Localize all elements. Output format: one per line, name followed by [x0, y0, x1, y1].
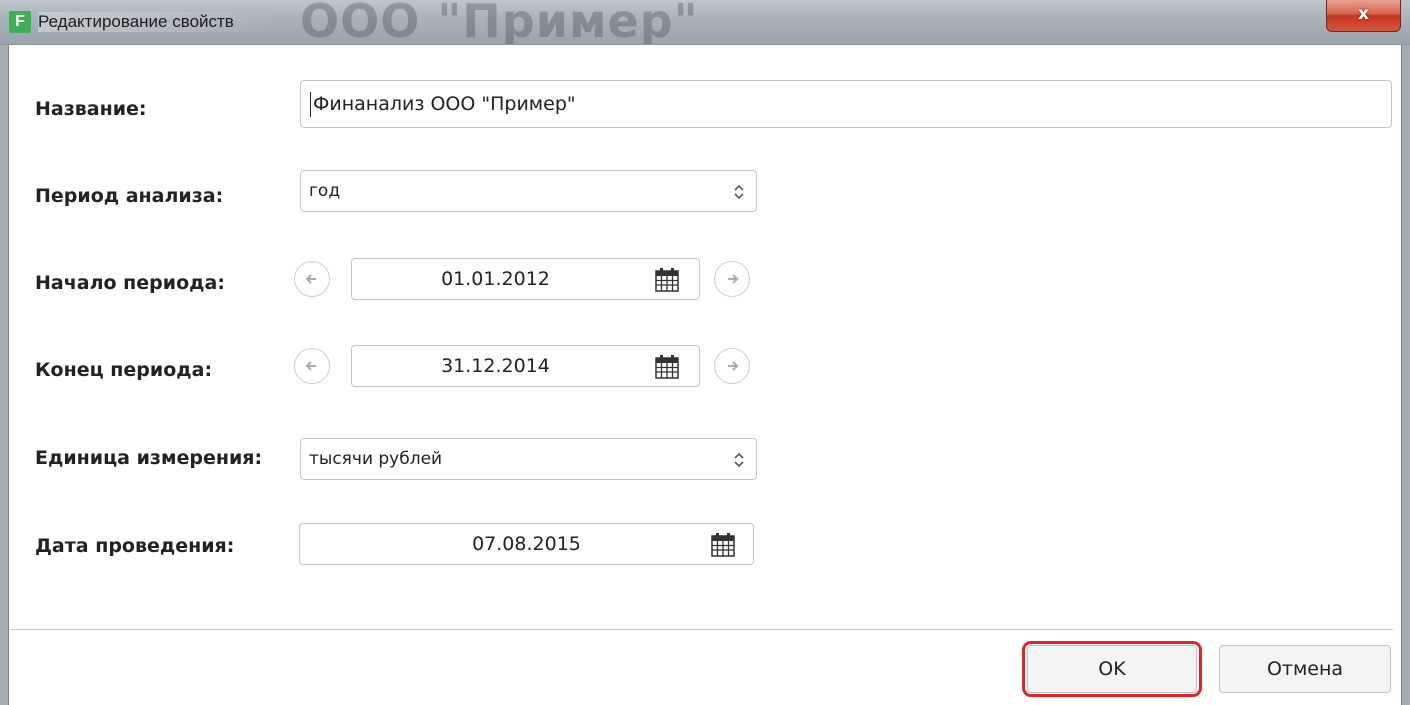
unit-label: Единица измерения:: [35, 447, 263, 469]
date-label: Дата проведения:: [35, 535, 235, 557]
ok-button[interactable]: OK: [1027, 645, 1197, 693]
arrow-left-icon: [305, 361, 316, 371]
start-date-value: 01.01.2012: [441, 268, 550, 290]
calendar-icon[interactable]: [711, 533, 735, 557]
arrow-left-icon: [305, 274, 316, 284]
close-button[interactable]: x: [1326, 0, 1401, 32]
period-select-value: год: [309, 181, 341, 201]
end-date-value: 31.12.2014: [441, 355, 550, 377]
updown-chevron-icon: [734, 184, 744, 200]
start-prev-button[interactable]: [294, 261, 330, 297]
start-next-button[interactable]: [714, 261, 750, 297]
app-icon: F: [9, 11, 31, 33]
end-prev-button[interactable]: [294, 348, 330, 384]
period-select[interactable]: год: [300, 170, 757, 212]
end-date-input[interactable]: 31.12.2014: [351, 345, 700, 387]
unit-select[interactable]: тысячи рублей: [300, 438, 757, 480]
unit-select-value: тысячи рублей: [309, 449, 443, 469]
calendar-icon[interactable]: [655, 355, 679, 379]
arrow-right-icon: [728, 361, 739, 371]
title-bar[interactable]: ООО "Пример" F Редактирование свойств x: [0, 0, 1410, 45]
name-label: Название:: [35, 98, 147, 120]
end-label: Конец периода:: [35, 359, 213, 381]
end-next-button[interactable]: [714, 348, 750, 384]
calendar-icon[interactable]: [655, 268, 679, 292]
background-window-title: ООО "Пример": [300, 0, 699, 45]
start-label: Начало периода:: [35, 272, 225, 294]
analysis-date-input[interactable]: 07.08.2015: [299, 523, 754, 565]
footer-divider: [10, 629, 1393, 630]
dialog-body: Название: Финанализ ООО "Пример" Период …: [8, 45, 1402, 705]
period-label: Период анализа:: [35, 185, 224, 207]
updown-chevron-icon: [734, 452, 744, 468]
cancel-button[interactable]: Отмена: [1219, 645, 1391, 693]
name-input-value: Финанализ ООО "Пример": [313, 93, 576, 115]
start-date-input[interactable]: 01.01.2012: [351, 258, 700, 300]
analysis-date-value: 07.08.2015: [472, 533, 581, 555]
name-input[interactable]: Финанализ ООО "Пример": [300, 80, 1392, 128]
window-title: Редактирование свойств: [38, 12, 274, 32]
text-caret: [310, 92, 311, 117]
arrow-right-icon: [728, 274, 739, 284]
